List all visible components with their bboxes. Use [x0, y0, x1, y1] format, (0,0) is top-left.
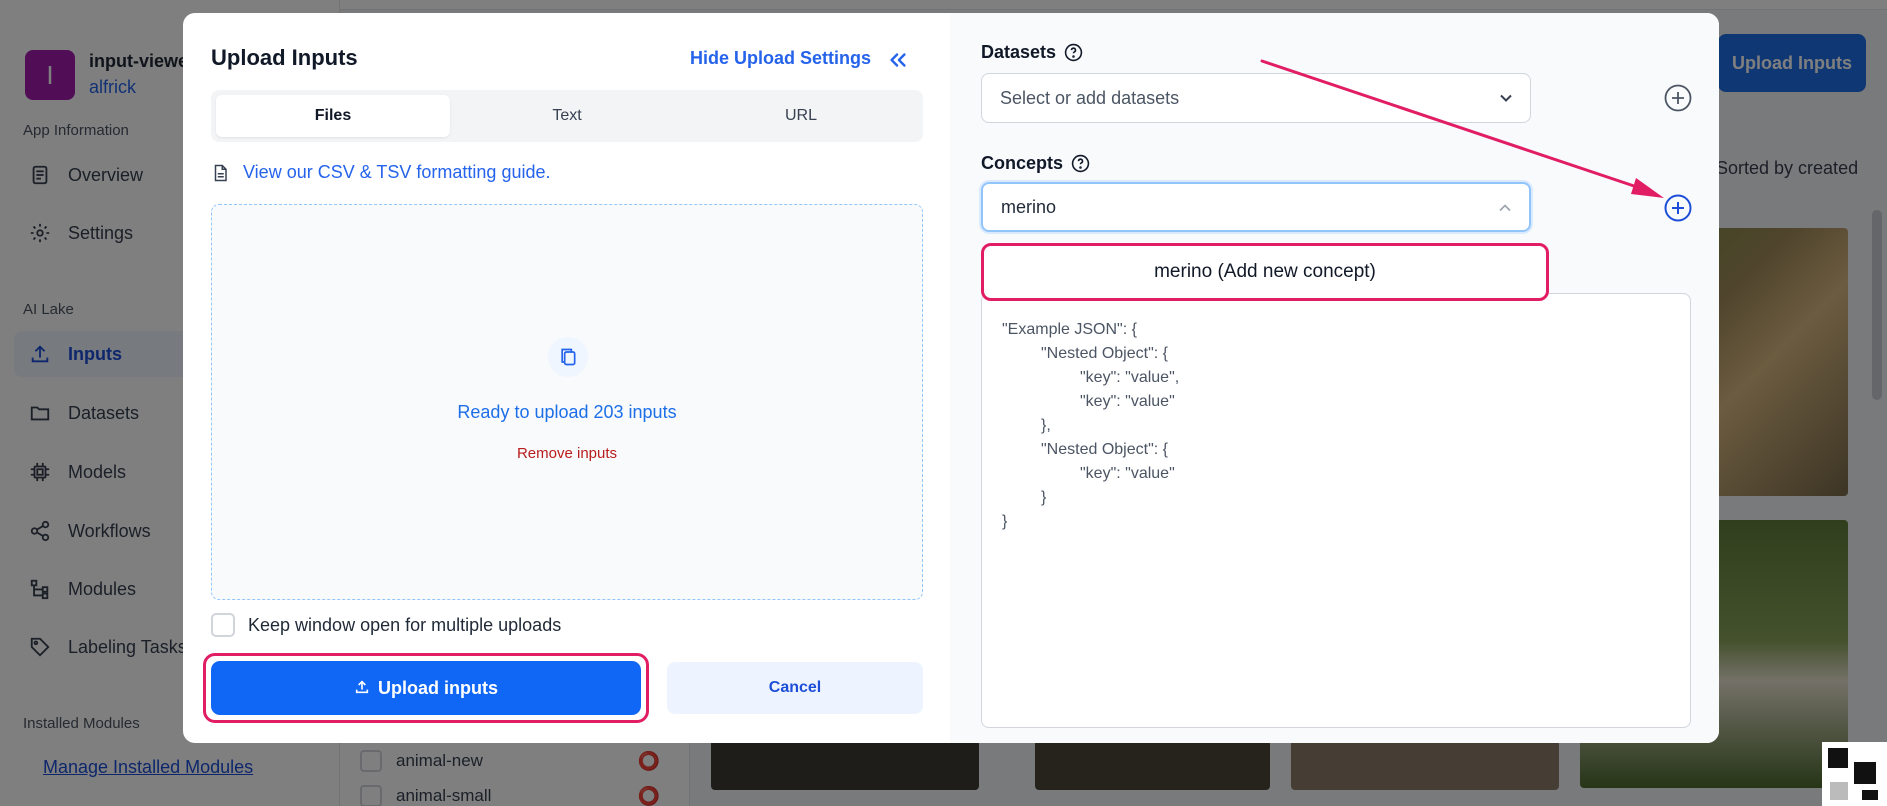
- chevron-up-icon[interactable]: [1495, 198, 1515, 218]
- json-line: "Example JSON": {: [1002, 321, 1137, 338]
- help-icon[interactable]: [1064, 43, 1083, 62]
- json-line: "key": "value": [1080, 393, 1175, 410]
- concepts-label: Concepts: [981, 153, 1090, 174]
- chevrons-left-icon[interactable]: [883, 45, 913, 75]
- datasets-select[interactable]: Select or add datasets: [981, 73, 1531, 123]
- keep-open-checkbox[interactable]: [211, 613, 235, 637]
- qr-thumbnail: [1822, 742, 1887, 806]
- remove-inputs-link[interactable]: Remove inputs: [212, 445, 922, 462]
- upload-icon: [354, 679, 372, 697]
- json-line: }: [1041, 489, 1047, 506]
- upload-inputs-modal: Upload Inputs Hide Upload Settings Files…: [183, 13, 1719, 743]
- formatting-guide-text[interactable]: View our CSV & TSV formatting guide.: [243, 162, 551, 183]
- modal-title: Upload Inputs: [211, 45, 358, 70]
- add-dataset-icon[interactable]: [1664, 84, 1692, 112]
- concepts-label-text: Concepts: [981, 153, 1064, 173]
- upload-inputs-button[interactable]: Upload inputs: [211, 661, 641, 715]
- datasets-label-text: Datasets: [981, 42, 1057, 62]
- add-new-concept-option[interactable]: merino (Add new concept): [984, 246, 1546, 298]
- copy-files-icon: [548, 337, 588, 377]
- formatting-guide-link[interactable]: View our CSV & TSV formatting guide.: [211, 162, 551, 183]
- file-dropzone[interactable]: Ready to upload 203 inputs Remove inputs: [211, 204, 923, 600]
- json-line: }: [1002, 513, 1008, 530]
- datasets-label: Datasets: [981, 42, 1083, 63]
- concepts-input[interactable]: merino: [981, 182, 1531, 232]
- keep-open-label: Keep window open for multiple uploads: [248, 614, 562, 635]
- document-icon: [211, 163, 231, 183]
- chevron-down-icon[interactable]: [1496, 88, 1516, 108]
- datasets-placeholder: Select or add datasets: [1000, 87, 1180, 108]
- help-icon[interactable]: [1071, 154, 1090, 173]
- tab-files[interactable]: Files: [216, 95, 450, 137]
- json-line: "key": "value",: [1080, 369, 1180, 386]
- json-line: },: [1041, 417, 1051, 434]
- concepts-value: merino: [1001, 196, 1057, 217]
- upload-inputs-label: Upload inputs: [378, 677, 498, 698]
- json-line: "Nested Object": {: [1041, 441, 1168, 458]
- tab-text[interactable]: Text: [450, 95, 684, 137]
- upload-type-tabs: Files Text URL: [211, 90, 923, 142]
- add-concept-icon[interactable]: [1664, 194, 1692, 222]
- json-line: "Nested Object": {: [1041, 345, 1168, 362]
- hide-upload-settings-link[interactable]: Hide Upload Settings: [690, 48, 871, 69]
- tab-url[interactable]: URL: [684, 95, 918, 137]
- cancel-button[interactable]: Cancel: [667, 662, 923, 714]
- keep-open-option[interactable]: Keep window open for multiple uploads: [211, 613, 561, 637]
- ready-to-upload-text: Ready to upload 203 inputs: [457, 402, 677, 422]
- metadata-json-editor[interactable]: "Example JSON": { "Nested Object": { "ke…: [981, 293, 1691, 728]
- json-line: "key": "value": [1080, 465, 1175, 482]
